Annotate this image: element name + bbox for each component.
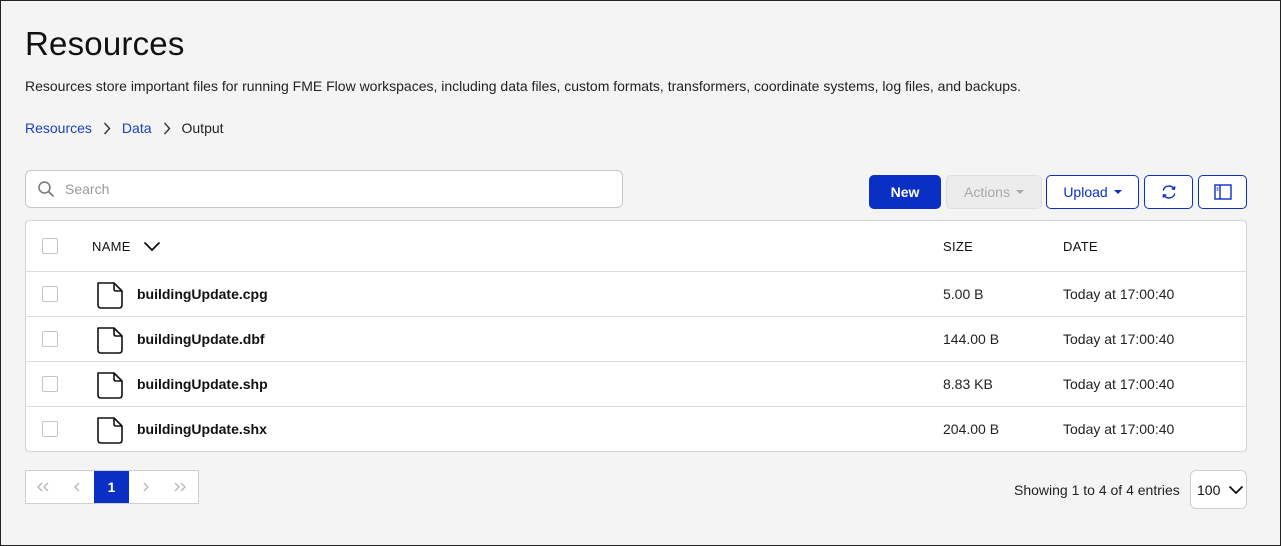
last-page-button[interactable] [163, 471, 197, 503]
file-name-link[interactable]: buildingUpdate.shp [137, 376, 268, 392]
double-chevron-right-icon [174, 482, 186, 492]
chevron-left-icon [74, 482, 80, 492]
file-size: 144.00 B [943, 331, 1000, 347]
row-checkbox[interactable] [42, 286, 58, 302]
resources-table: NAME SIZE DATE buildingUpdate.cpg 5.00 B… [25, 220, 1247, 452]
page-description: Resources store important files for runn… [25, 78, 1021, 94]
first-page-button[interactable] [26, 471, 60, 503]
column-header-date[interactable]: DATE [1063, 239, 1098, 254]
column-header-size[interactable]: SIZE [943, 239, 973, 254]
file-size: 8.83 KB [943, 376, 993, 392]
row-checkbox[interactable] [42, 421, 58, 437]
file-name-link[interactable]: buildingUpdate.dbf [137, 331, 265, 347]
file-name-link[interactable]: buildingUpdate.shx [137, 421, 267, 437]
new-button-label: New [890, 184, 920, 200]
breadcrumb-data[interactable]: Data [122, 120, 152, 136]
file-icon [95, 325, 125, 355]
chevron-down-icon[interactable] [143, 241, 161, 252]
table-row[interactable]: buildingUpdate.dbf 144.00 B Today at 17:… [26, 317, 1246, 362]
double-chevron-left-icon [37, 482, 49, 492]
chevron-right-icon [92, 122, 122, 135]
file-date: Today at 17:00:40 [1063, 421, 1175, 437]
page-size-value: 100 [1197, 481, 1221, 498]
file-size: 5.00 B [943, 286, 984, 302]
table-row[interactable]: buildingUpdate.shx 204.00 B Today at 17:… [26, 407, 1246, 451]
panel-toggle-button[interactable] [1198, 175, 1247, 209]
select-all-checkbox[interactable] [42, 238, 58, 254]
page-title: Resources [25, 25, 185, 62]
upload-button-label: Upload [1063, 184, 1108, 200]
file-date: Today at 17:00:40 [1063, 376, 1175, 392]
file-icon [95, 280, 125, 310]
actions-button[interactable]: Actions [946, 175, 1042, 209]
next-page-button[interactable] [129, 471, 163, 503]
file-icon [95, 415, 125, 445]
search-box[interactable] [25, 170, 623, 208]
entries-summary: Showing 1 to 4 of 4 entries [1014, 482, 1180, 498]
file-date: Today at 17:00:40 [1063, 286, 1175, 302]
prev-page-button[interactable] [60, 471, 94, 503]
chevron-right-icon [143, 482, 149, 492]
table-row[interactable]: buildingUpdate.shp 8.83 KB Today at 17:0… [26, 362, 1246, 407]
refresh-button[interactable] [1144, 175, 1193, 209]
file-icon [95, 370, 125, 400]
page-size-select[interactable]: 100 [1190, 470, 1247, 509]
new-button[interactable]: New [869, 175, 941, 209]
upload-button[interactable]: Upload [1046, 175, 1139, 209]
breadcrumb: Resources Data Output [25, 120, 224, 136]
resources-page: Resources Resources store important file… [0, 0, 1281, 546]
chevron-down-icon [1228, 485, 1244, 495]
breadcrumb-output: Output [181, 120, 224, 136]
table-row[interactable]: buildingUpdate.cpg 5.00 B Today at 17:00… [26, 272, 1246, 317]
page-1-button[interactable]: 1 [94, 471, 129, 503]
search-icon [37, 180, 55, 198]
table-header-row: NAME SIZE DATE [26, 221, 1246, 272]
file-size: 204.00 B [943, 421, 1000, 437]
chevron-right-icon [152, 122, 182, 135]
column-header-name[interactable]: NAME [92, 239, 161, 254]
panel-toggle-icon [1213, 184, 1232, 200]
caret-down-icon [1015, 190, 1024, 194]
file-date: Today at 17:00:40 [1063, 331, 1175, 347]
search-input[interactable] [63, 180, 622, 198]
actions-button-label: Actions [964, 184, 1010, 200]
row-checkbox[interactable] [42, 331, 58, 347]
file-name-link[interactable]: buildingUpdate.cpg [137, 286, 268, 302]
caret-down-icon [1113, 190, 1122, 194]
breadcrumb-resources[interactable]: Resources [25, 120, 92, 136]
refresh-icon [1160, 183, 1178, 201]
row-checkbox[interactable] [42, 376, 58, 392]
pagination: 1 [25, 470, 199, 504]
